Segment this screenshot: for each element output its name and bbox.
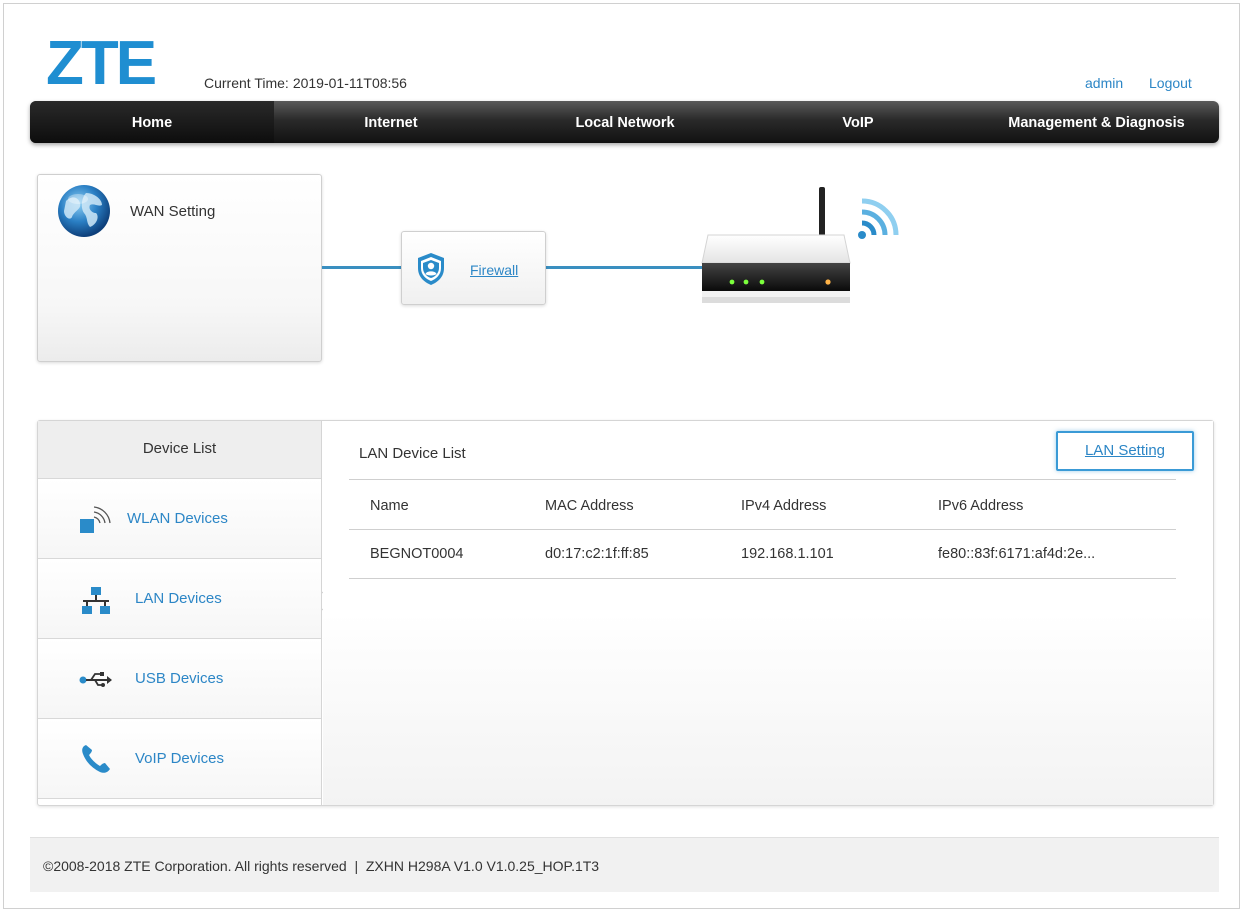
column-header-mac: MAC Address (545, 483, 741, 530)
nav-local-network[interactable]: Local Network (508, 101, 742, 143)
sidebar-item-label: VoIP Devices (135, 750, 224, 767)
sidebar-item-lan-devices[interactable]: LAN Devices (38, 559, 321, 639)
sidebar-item-label: USB Devices (135, 670, 224, 687)
network-icon (82, 587, 110, 614)
firewall-card: Firewall (401, 231, 546, 305)
sidebar-item-label: LAN Devices (135, 590, 222, 607)
admin-user-link[interactable]: admin (1085, 75, 1123, 91)
globe-icon (58, 185, 110, 237)
sidebar-item-voip-devices[interactable]: VoIP Devices (38, 719, 321, 799)
device-panel: Device List WLAN Devices LAN Devices USB… (37, 420, 1214, 806)
main-nav: Home Internet Local Network VoIP Managem… (30, 101, 1219, 143)
divider (349, 479, 1176, 480)
device-list-title: Device List (38, 421, 321, 479)
column-header-name: Name (349, 483, 545, 530)
device-name-cell: BEGNOT0004 (349, 529, 545, 579)
wan-setting-card[interactable]: WAN Setting (37, 174, 322, 362)
table-row: BEGNOT0004 d0:17:c2:1f:ff:85 192.168.1.1… (349, 529, 1176, 579)
page-footer: ©2008-2018 ZTE Corporation. All rights r… (30, 837, 1219, 892)
current-time: Current Time: 2019-01-11T08:56 (204, 75, 407, 91)
mac-address-cell: d0:17:c2:1f:ff:85 (545, 529, 741, 579)
lan-setting-button[interactable]: LAN Setting (1056, 431, 1194, 471)
nav-voip[interactable]: VoIP (742, 101, 974, 143)
zte-logo: ZTE (46, 34, 158, 90)
wifi-signal-icon (858, 198, 899, 239)
table-header-row: Name MAC Address IPv4 Address IPv6 Addre… (349, 483, 1176, 530)
ipv4-address-cell: 192.168.1.101 (741, 529, 938, 579)
nav-internet[interactable]: Internet (274, 101, 508, 143)
footer-copyright: ©2008-2018 ZTE Corporation. All rights r… (43, 858, 600, 874)
nav-management-diagnosis[interactable]: Management & Diagnosis (974, 101, 1219, 143)
lan-device-list-title: LAN Device List (359, 445, 466, 462)
device-list-sidebar: Device List WLAN Devices LAN Devices USB… (38, 421, 322, 805)
lan-device-table: Name MAC Address IPv4 Address IPv6 Addre… (349, 483, 1176, 579)
wlan-icon (80, 506, 111, 533)
svg-text:ZTE: ZTE (46, 34, 155, 90)
firewall-link[interactable]: Firewall (470, 262, 518, 278)
ipv6-address-cell: fe80::83f:6171:af4d:2e... (938, 529, 1176, 579)
shield-icon (418, 253, 444, 285)
lan-device-list-panel: LAN Device List LAN Setting Name MAC Add… (323, 421, 1213, 805)
usb-icon (79, 672, 112, 687)
logout-link[interactable]: Logout (1149, 75, 1192, 91)
wan-setting-label: WAN Setting (130, 203, 216, 220)
sidebar-item-label: WLAN Devices (127, 510, 228, 527)
nav-home[interactable]: Home (30, 101, 274, 143)
phone-icon (82, 745, 110, 773)
sidebar-item-usb-devices[interactable]: USB Devices (38, 639, 321, 719)
connector-line (545, 266, 705, 269)
column-header-ipv4: IPv4 Address (741, 483, 938, 530)
connector-line (322, 266, 402, 269)
current-time-value: 2019-01-11T08:56 (292, 75, 407, 91)
column-header-ipv6: IPv6 Address (938, 483, 1176, 530)
current-time-label: Current Time: (204, 75, 289, 91)
router-icon (701, 187, 851, 303)
sidebar-item-wlan-devices[interactable]: WLAN Devices (38, 479, 321, 559)
